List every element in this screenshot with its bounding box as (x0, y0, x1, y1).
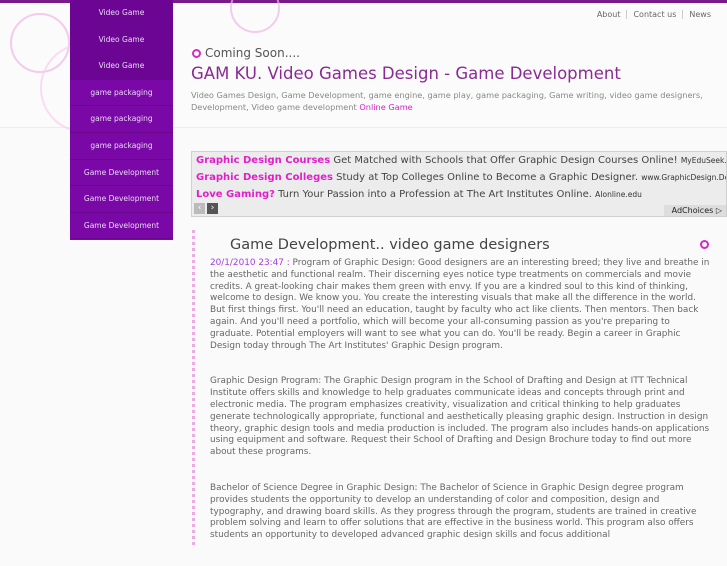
adchoices-icon: ▷ (715, 206, 722, 215)
site-title[interactable]: GAM KU. Video Games Design - Game Develo… (191, 64, 621, 83)
site-tags: Video Games Design, Game Development, ga… (191, 89, 721, 113)
online-game-link[interactable]: Online Game (359, 102, 412, 112)
nav-item[interactable]: Video Game (70, 26, 173, 54)
post: Game Development.. video game designers … (192, 230, 727, 545)
next-arrow-icon[interactable]: › (207, 203, 218, 214)
post-body: 20/1/2010 23:47 : Program of Graphic Des… (210, 258, 710, 566)
nav-item[interactable]: Game Development (70, 186, 173, 213)
nav-item[interactable]: Game Development (70, 213, 173, 240)
news-link[interactable]: News (682, 10, 717, 19)
nav-item[interactable]: Video Game (70, 53, 173, 80)
ad-url[interactable]: MyEduSeek.com/... (681, 156, 726, 165)
circle-bullet-icon (700, 240, 709, 249)
adchoices-button[interactable]: AdChoices ▷ (663, 205, 726, 216)
ad-url[interactable]: www.GraphicDesign.Degree... (641, 173, 726, 182)
ad-item[interactable]: Love Gaming? Turn Your Passion into a Pr… (192, 186, 726, 203)
ad-title[interactable]: Love Gaming? (196, 189, 275, 200)
adchoices-label: AdChoices (671, 206, 714, 215)
ad-title[interactable]: Graphic Design Courses (196, 155, 330, 166)
prev-arrow-icon[interactable]: ‹ (194, 203, 205, 214)
coming-soon: Coming Soon.... (192, 46, 300, 60)
post-title: Game Development.. video game designers (230, 237, 550, 253)
nav-item[interactable]: game packaging (70, 133, 173, 160)
ad-url[interactable]: AIonline.edu (595, 190, 642, 199)
nav-item[interactable]: game packaging (70, 106, 173, 133)
ad-text: Study at Top Colleges Online to Become a… (336, 172, 639, 183)
ad-item[interactable]: Graphic Design Courses Get Matched with … (192, 152, 726, 169)
nav-item[interactable]: Game Development (70, 160, 173, 187)
nav-item[interactable]: Video Game (70, 0, 173, 27)
ad-block: Graphic Design Courses Get Matched with … (191, 151, 727, 217)
circle-bullet-icon (192, 48, 201, 58)
ad-item[interactable]: Graphic Design Colleges Study at Top Col… (192, 169, 726, 186)
tags-text: Video Games Design, Game Development, ga… (191, 90, 703, 112)
post-paragraph: 20/1/2010 23:47 : Program of Graphic Des… (210, 258, 710, 352)
ad-text: Turn Your Passion into a Profession at T… (278, 189, 592, 200)
ad-title[interactable]: Graphic Design Colleges (196, 172, 333, 183)
paragraph-text: Program of Graphic Design: Good designer… (210, 258, 710, 351)
about-link[interactable]: About (591, 10, 627, 19)
post-date: 20/1/2010 23:47 : (210, 258, 290, 268)
post-paragraph: Bachelor of Science Degree in Graphic De… (210, 482, 697, 541)
coming-soon-text: Coming Soon.... (205, 46, 300, 60)
top-links: About Contact us News (591, 10, 717, 19)
ad-text: Get Matched with Schools that Offer Grap… (333, 155, 678, 166)
nav-item[interactable]: game packaging (70, 80, 173, 107)
post-paragraph: Graphic Design Program: The Graphic Desi… (210, 376, 710, 458)
decorative-swirl (230, 0, 280, 33)
side-nav: Video Game Video Game Video Game game pa… (70, 0, 173, 240)
contact-link[interactable]: Contact us (626, 10, 682, 19)
